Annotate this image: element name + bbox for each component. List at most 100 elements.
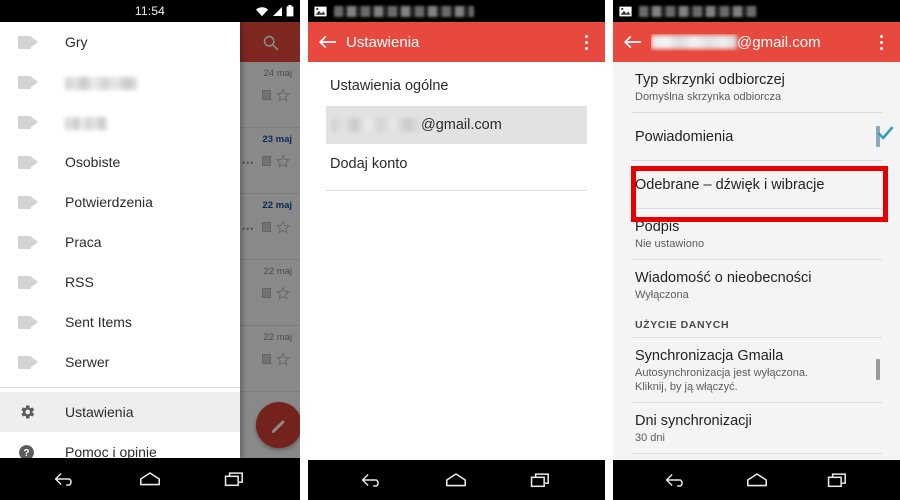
drawer-item-label: Gry <box>65 34 88 50</box>
mail-snippet-placeholder: ••• <box>242 224 255 234</box>
background-mail-list: 24 maj 23 maj ••• 22 maj ••• 22 maj 22 m… <box>240 22 300 460</box>
drawer-item-osobiste[interactable]: Osobiste <box>0 142 240 182</box>
drawer-item-praca[interactable]: Praca <box>0 222 240 262</box>
redacted-notification-text <box>639 5 757 17</box>
row-subtitle: Autosynchronizacja jest wyłączona. Klikn… <box>635 367 809 393</box>
app-bar-account: @gmail.com <box>613 22 900 62</box>
star-icon[interactable] <box>276 286 290 300</box>
account-row-podpis[interactable]: Podpis Nie ustawiono <box>613 209 900 259</box>
attachment-icon <box>262 354 271 364</box>
nav-back-icon[interactable] <box>53 470 77 488</box>
settings-row-dodaj-konto[interactable]: Dodaj konto <box>308 144 605 184</box>
drawer-item-rss[interactable]: RSS <box>0 262 240 302</box>
drawer-item-sent-items[interactable]: Sent Items <box>0 302 240 342</box>
wifi-icon <box>255 6 269 17</box>
nav-back-icon[interactable] <box>360 471 384 489</box>
back-arrow-icon[interactable] <box>623 34 642 50</box>
drawer-item-label: Praca <box>65 234 102 250</box>
drawer-divider <box>0 387 240 388</box>
status-bar-panel1: 11:54 <box>0 0 300 22</box>
overflow-menu-icon[interactable] <box>872 31 890 53</box>
redaction-block <box>65 76 137 90</box>
account-row-powiadomienia[interactable]: Powiadomienia <box>613 113 900 160</box>
app-bar-title: @gmail.com <box>737 33 821 51</box>
account-row-synchronizacja-gmaila[interactable]: Synchronizacja Gmaila Autosynchronizacja… <box>613 338 900 402</box>
mail-list-row[interactable]: 22 maj ••• <box>240 194 300 260</box>
drawer-item-label: Potwierdzenia <box>65 194 153 210</box>
row-title: Powiadomienia <box>635 129 734 145</box>
settings-row-label: Dodaj konto <box>330 156 408 172</box>
settings-list-divider <box>326 190 587 191</box>
account-row-odebrane-dzwiek[interactable]: Odebrane – dźwięk i wibracje <box>613 161 900 208</box>
svg-text:?: ? <box>23 448 29 459</box>
settings-row-ustawienia-ogolne[interactable]: Ustawienia ogólne <box>308 66 605 106</box>
drawer-item-label: Osobiste <box>65 154 121 170</box>
panel-gmail-account-settings: @gmail.com Typ skrzynki odbiorczej Domyś… <box>613 0 900 500</box>
star-icon[interactable] <box>276 220 290 234</box>
mail-date: 22 maj <box>263 266 292 277</box>
star-icon[interactable] <box>276 154 290 168</box>
account-row-typ-skrzynki[interactable]: Typ skrzynki odbiorczej Domyślna skrzynk… <box>613 62 900 112</box>
checkbox-unchecked-icon <box>876 359 880 380</box>
section-header-uzycie-danych: UŻYCIE DANYCH <box>635 319 730 331</box>
nav-home-icon[interactable] <box>138 470 162 488</box>
attachment-icon <box>262 90 271 100</box>
drawer-item-serwer[interactable]: Serwer <box>0 342 240 382</box>
gmail-sync-checkbox[interactable] <box>876 359 880 380</box>
screenshot-image-icon <box>619 6 632 17</box>
pencil-compose-icon <box>269 415 289 435</box>
star-icon[interactable] <box>276 352 290 366</box>
drawer-body: 24 maj 23 maj ••• 22 maj ••• 22 maj 22 m… <box>0 22 300 460</box>
row-title: Synchronizacja Gmaila <box>635 348 784 364</box>
mail-list-row[interactable]: 23 maj ••• <box>240 128 300 194</box>
row-divider <box>631 453 882 454</box>
row-title: Podpis <box>635 219 680 235</box>
drawer-item-redacted-1[interactable] <box>0 62 240 102</box>
status-bar-notifications <box>314 5 474 17</box>
drawer-item-gry[interactable]: Gry <box>0 22 240 62</box>
overflow-menu-icon[interactable] <box>577 31 595 53</box>
nav-recents-icon[interactable] <box>529 471 553 489</box>
settings-list: Ustawienia ogólne @gmail.com Dodaj konto <box>308 62 605 500</box>
mail-snippet-placeholder: ••• <box>242 158 255 168</box>
three-panel-screenshot: 11:54 24 maj 23 maj ••• 22 maj ••• 22 ma… <box>0 0 900 500</box>
status-bar-icons <box>255 5 294 17</box>
notifications-checkbox[interactable] <box>876 125 894 147</box>
drawer-item-ustawienia[interactable]: Ustawienia <box>0 392 240 432</box>
attachment-icon <box>262 156 271 166</box>
settings-row-account[interactable]: @gmail.com <box>326 106 587 144</box>
drawer-item-label: Sent Items <box>65 314 132 330</box>
account-row-wiadomosc-o-nieobecnosci[interactable]: Wiadomość o nieobecności Wyłączona <box>613 260 900 310</box>
mail-row-icons <box>242 88 294 102</box>
nav-back-icon[interactable] <box>664 471 688 489</box>
row-title: Wiadomość o nieobecności <box>635 270 812 286</box>
search-icon[interactable] <box>262 34 279 51</box>
mail-list-row[interactable]: 22 maj <box>240 260 300 326</box>
nav-home-icon[interactable] <box>444 471 468 489</box>
label-tag-icon <box>18 115 39 129</box>
drawer-item-redacted-2[interactable] <box>0 102 240 142</box>
mail-list-row[interactable]: 22 maj <box>240 326 300 392</box>
drawer-item-label-redacted <box>65 74 137 90</box>
row-title: Odebrane – dźwięk i wibracje <box>635 177 825 193</box>
drawer-item-potwierdzenia[interactable]: Potwierdzenia <box>0 182 240 222</box>
label-tag-icon <box>18 315 39 329</box>
mail-date: 24 maj <box>263 68 292 79</box>
drawer-item-label: RSS <box>65 274 94 290</box>
row-subtitle: Wyłączona <box>635 289 689 301</box>
mail-list-row[interactable]: 24 maj <box>240 62 300 128</box>
row-subtitle: 30 dni <box>635 432 665 444</box>
compose-fab-button[interactable] <box>256 402 300 448</box>
nav-recents-icon[interactable] <box>826 471 850 489</box>
nav-recents-icon[interactable] <box>223 470 247 488</box>
star-icon[interactable] <box>276 88 290 102</box>
drawer-item-pomoc-i-opinie[interactable]: ? Pomoc i opinie <box>0 432 240 460</box>
mail-list-search-bar[interactable] <box>240 22 300 62</box>
label-tag-icon <box>18 195 39 209</box>
back-arrow-icon[interactable] <box>318 34 337 50</box>
account-row-dni-synchronizacji[interactable]: Dni synchronizacji 30 dni <box>613 403 900 453</box>
nav-home-icon[interactable] <box>745 471 769 489</box>
drawer-item-label: Serwer <box>65 354 110 370</box>
row-title: Typ skrzynki odbiorczej <box>635 72 785 88</box>
label-tag-icon <box>18 75 39 89</box>
